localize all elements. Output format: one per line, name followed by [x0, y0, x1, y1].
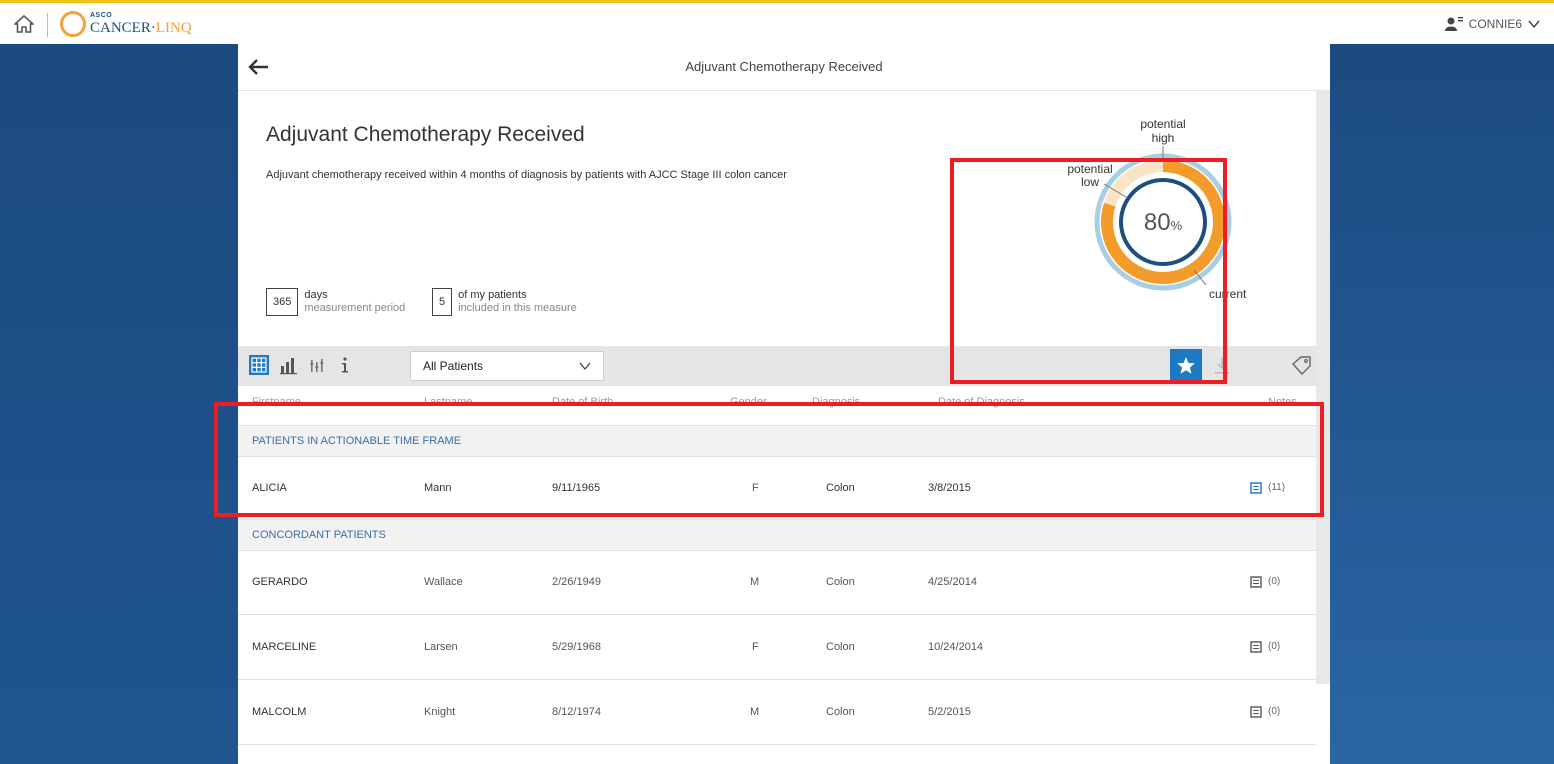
- table-row[interactable]: MALCOLM Knight 8/12/1974 M Colon 5/2/201…: [238, 680, 1316, 745]
- user-menu[interactable]: CONNIE6: [1444, 15, 1540, 33]
- grid-view-icon[interactable]: [248, 354, 270, 376]
- logo-cancer: CANCER: [90, 20, 151, 36]
- notes-count: (0): [1268, 641, 1281, 652]
- user-icon: [1444, 17, 1463, 31]
- home-icon[interactable]: [14, 15, 34, 33]
- potential-high-label-2: high: [1152, 131, 1175, 145]
- section-title: CONCORDANT PATIENTS: [252, 529, 386, 541]
- chevron-down-icon: [579, 362, 591, 371]
- cell-lastname: Knight: [424, 706, 456, 718]
- period-sub: measurement period: [304, 302, 406, 314]
- notes-icon[interactable]: [1250, 641, 1262, 653]
- cell-dob: 2/26/1949: [552, 576, 601, 588]
- cell-dx-date: 5/2/2015: [928, 706, 971, 718]
- cell-dx-date: 10/24/2014: [928, 641, 984, 653]
- cell-diagnosis: Colon: [826, 641, 855, 653]
- patient-filter-select[interactable]: All Patients: [410, 351, 604, 381]
- notes-icon[interactable]: [1250, 706, 1262, 718]
- distribution-icon[interactable]: [306, 354, 328, 376]
- scrollbar[interactable]: [1316, 90, 1330, 684]
- top-bar: ASCO CANCER·LINQ CONNIE6: [0, 0, 1554, 44]
- measurement-period-stat: 365 days measurement period: [266, 288, 405, 316]
- period-label: days: [304, 289, 328, 301]
- patients-text: of my patients included in this measure: [458, 289, 577, 315]
- background-left: [0, 44, 238, 764]
- measure-description: Adjuvant chemotherapy received within 4 …: [266, 169, 787, 181]
- cell-lastname: Larsen: [424, 641, 458, 653]
- cell-gender: M: [750, 576, 760, 588]
- highlight-box-chart: [950, 158, 1227, 384]
- username: CONNIE6: [1468, 17, 1522, 31]
- cell-firstname: MALCOLM: [252, 706, 307, 718]
- measure-title: Adjuvant Chemotherapy Received: [266, 123, 585, 146]
- period-text: days measurement period: [304, 289, 405, 315]
- logo-name: CANCER·LINQ: [90, 20, 192, 36]
- period-days-box: 365: [266, 288, 299, 316]
- tag-icon[interactable]: [1290, 355, 1312, 377]
- cell-gender: F: [752, 641, 759, 653]
- logo-linq: LINQ: [155, 20, 192, 36]
- logo-ring-icon: [60, 11, 86, 37]
- back-arrow-icon[interactable]: [248, 58, 270, 76]
- patients-count-stat: 5 of my patients included in this measur…: [432, 288, 577, 316]
- patient-filter-value: All Patients: [423, 359, 484, 373]
- patients-label: of my patients: [458, 289, 527, 301]
- table-row[interactable]: GERARDO Wallace 2/26/1949 M Colon 4/25/2…: [238, 550, 1316, 615]
- panel-title: Adjuvant Chemotherapy Received: [685, 59, 883, 74]
- cell-diagnosis: Colon: [826, 576, 855, 588]
- cell-gender: M: [750, 706, 760, 718]
- patients-sub: included in this measure: [458, 302, 577, 314]
- section-concordant: CONCORDANT PATIENTS: [238, 519, 1316, 551]
- notes-count: (0): [1268, 576, 1281, 587]
- bar-chart-icon[interactable]: [278, 354, 300, 376]
- highlight-box-actionable-row: [214, 402, 1324, 517]
- cell-diagnosis: Colon: [826, 706, 855, 718]
- cell-dx-date: 4/25/2014: [928, 576, 977, 588]
- cell-lastname: Wallace: [424, 576, 463, 588]
- potential-high-label-1: potential: [1140, 117, 1185, 131]
- background-right: [1330, 44, 1554, 764]
- notes-icon[interactable]: [1250, 576, 1262, 588]
- cell-firstname: GERARDO: [252, 576, 308, 588]
- table-row[interactable]: MARCELINE Larsen 5/29/1968 F Colon 10/24…: [238, 615, 1316, 680]
- notes-count: (0): [1268, 706, 1281, 717]
- info-icon[interactable]: [334, 354, 356, 376]
- divider: [47, 13, 48, 37]
- chevron-down-icon: [1528, 20, 1540, 29]
- cell-dob: 5/29/1968: [552, 641, 601, 653]
- cell-dob: 8/12/1974: [552, 706, 601, 718]
- panel-header: Adjuvant Chemotherapy Received: [238, 44, 1330, 91]
- logo-asco: ASCO: [90, 12, 113, 19]
- cell-firstname: MARCELINE: [252, 641, 317, 653]
- patients-count-box: 5: [432, 288, 453, 316]
